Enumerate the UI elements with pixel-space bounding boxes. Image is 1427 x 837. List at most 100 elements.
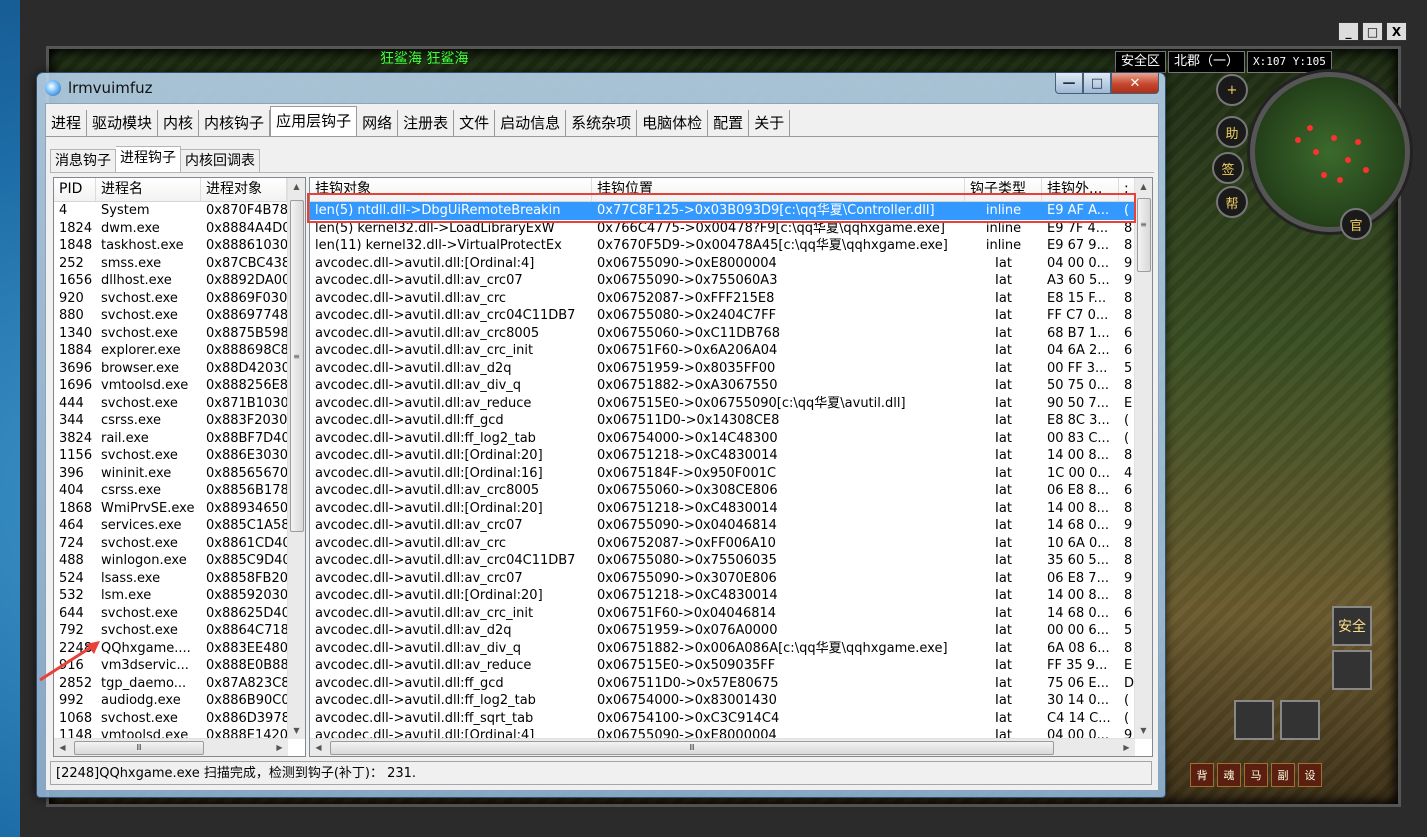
hook-row[interactable]: avcodec.dll->avutil.dll:av_crc_init 0x067… [310, 605, 1135, 623]
title-bar[interactable]: lrmvuimfuz — □ ✕ [37, 73, 1165, 103]
hook-row[interactable]: avcodec.dll->avutil.dll:av_div_q 0x067518… [310, 377, 1135, 395]
game-gift2-icon[interactable] [1280, 700, 1320, 740]
process-row[interactable]: 344 csrss.exe 0x883F2030 [54, 412, 287, 430]
scroll-left-arrow-icon[interactable]: ◀ [310, 739, 327, 756]
game-maximize-button[interactable]: □ [1362, 22, 1383, 41]
game-minimap[interactable] [1250, 72, 1410, 232]
process-row[interactable]: 724 svchost.exe 0x8861CD40 [54, 535, 287, 553]
minimize-button[interactable]: — [1055, 73, 1083, 94]
hook-row[interactable]: avcodec.dll->avutil.dll:[Ordinal:4] 0x067… [310, 255, 1135, 273]
tab-system-misc[interactable]: 系统杂项 [566, 110, 638, 136]
process-row[interactable]: 920 svchost.exe 0x8869F030 [54, 290, 287, 308]
process-row[interactable]: 252 smss.exe 0x87CBC438 [54, 255, 287, 273]
hook-row[interactable]: avcodec.dll->avutil.dll:av_crc07 0x067550… [310, 272, 1135, 290]
tab-registry[interactable]: 注册表 [398, 110, 455, 136]
process-row[interactable]: 404 csrss.exe 0x8856B178 [54, 482, 287, 500]
tab-driver-modules[interactable]: 驱动模块 [87, 110, 159, 136]
column-process-name[interactable]: 进程名 [96, 178, 201, 201]
hook-row[interactable]: avcodec.dll->avutil.dll:ff_log2_tab 0x067… [310, 692, 1135, 710]
hook-row[interactable]: avcodec.dll->avutil.dll:av_crc07 0x067550… [310, 517, 1135, 535]
tab-app-hooks[interactable]: 应用层钩子 [270, 106, 358, 137]
game-bottom-button-3[interactable]: 马 [1244, 763, 1268, 787]
game-bottom-button-5[interactable]: 设 [1298, 763, 1322, 787]
hook-row[interactable]: avcodec.dll->avutil.dll:av_crc8005 0x0675… [310, 482, 1135, 500]
hscroll-thumb[interactable]: Ⅲ [330, 741, 1054, 755]
subtab-kernel-callbacks[interactable]: 内核回调表 [181, 149, 260, 173]
game-close-button[interactable]: X [1386, 22, 1407, 41]
tab-checkup[interactable]: 电脑体检 [637, 110, 709, 136]
hook-row[interactable]: avcodec.dll->avutil.dll:ff_gcd 0x067511D0… [310, 412, 1135, 430]
process-row[interactable]: 1848 taskhost.exe 0x88861030 [54, 237, 287, 255]
hook-row[interactable]: avcodec.dll->avutil.dll:[Ordinal:20] 0x06… [310, 500, 1135, 518]
scroll-down-arrow-icon[interactable]: ▼ [288, 722, 305, 739]
scroll-thumb[interactable] [290, 200, 304, 532]
process-row[interactable]: 396 wininit.exe 0x88565670 [54, 465, 287, 483]
hook-row[interactable]: avcodec.dll->avutil.dll:[Ordinal:20] 0x06… [310, 447, 1135, 465]
hook-row[interactable]: avcodec.dll->avutil.dll:ff_log2_tab 0x067… [310, 430, 1135, 448]
hook-list-vscrollbar[interactable]: ▲ ≡ ▼ [1134, 178, 1152, 739]
game-minimize-button[interactable]: _ [1338, 22, 1359, 41]
column-process-object[interactable]: 进程对象 [201, 178, 287, 201]
minimap-help-button[interactable]: 助 [1216, 116, 1248, 148]
hook-row[interactable]: avcodec.dll->avutil.dll:av_d2q 0x06751959… [310, 622, 1135, 640]
hscroll-thumb[interactable]: Ⅲ [74, 741, 204, 755]
subtab-message-hooks[interactable]: 消息钩子 [50, 149, 116, 173]
process-row[interactable]: 880 svchost.exe 0x88697748 [54, 307, 287, 325]
process-row[interactable]: 444 svchost.exe 0x871B1030 [54, 395, 287, 413]
hook-row[interactable]: avcodec.dll->avutil.dll:av_div_q 0x067518… [310, 640, 1135, 658]
minimap-official-button[interactable]: 官 [1340, 208, 1372, 240]
process-row[interactable]: 1868 WmiPrvSE.exe 0x88934650 [54, 500, 287, 518]
scroll-thumb[interactable] [1137, 198, 1151, 272]
scroll-up-arrow-icon[interactable]: ▲ [288, 178, 305, 195]
minimap-guild-button[interactable]: 帮 [1216, 186, 1248, 218]
hook-list-hscrollbar[interactable]: ◀ Ⅲ ▶ [310, 738, 1135, 756]
hook-row[interactable]: len(11) kernel32.dll->VirtualProtectEx 0x… [310, 237, 1135, 255]
subtab-process-hooks[interactable]: 进程钩子 [116, 146, 181, 172]
hook-row[interactable]: avcodec.dll->avutil.dll:av_crc 0x06752087… [310, 290, 1135, 308]
process-row[interactable]: 1156 svchost.exe 0x886E3030 [54, 447, 287, 465]
hook-row[interactable]: avcodec.dll->avutil.dll:av_crc_init 0x067… [310, 342, 1135, 360]
process-row[interactable]: 1884 explorer.exe 0x888698C8 [54, 342, 287, 360]
hook-row[interactable]: avcodec.dll->avutil.dll:av_d2q 0x06751959… [310, 360, 1135, 378]
game-safety-button[interactable]: 安全 [1332, 606, 1372, 646]
hook-row[interactable]: avcodec.dll->avutil.dll:av_crc04C11DB7 0x… [310, 307, 1135, 325]
process-row[interactable]: 488 winlogon.exe 0x885C9D40 [54, 552, 287, 570]
minimap-signin-button[interactable]: 签 [1212, 152, 1244, 184]
game-bottom-button-4[interactable]: 副 [1271, 763, 1295, 787]
hook-row[interactable]: avcodec.dll->avutil.dll:[Ordinal:20] 0x06… [310, 587, 1135, 605]
scroll-up-arrow-icon[interactable]: ▲ [1135, 178, 1152, 195]
process-row[interactable]: 524 lsass.exe 0x8858FB20 [54, 570, 287, 588]
tab-files[interactable]: 文件 [454, 110, 496, 136]
tab-kernel-hooks[interactable]: 内核钩子 [199, 110, 271, 136]
process-row[interactable]: 3696 browser.exe 0x88D42030 [54, 360, 287, 378]
minimap-plus-button[interactable]: + [1216, 74, 1248, 106]
hook-row[interactable]: avcodec.dll->avutil.dll:av_crc07 0x067550… [310, 570, 1135, 588]
tab-network[interactable]: 网络 [357, 110, 399, 136]
scroll-left-arrow-icon[interactable]: ◀ [54, 739, 71, 756]
maximize-button[interactable]: □ [1083, 73, 1111, 94]
process-row[interactable]: 644 svchost.exe 0x88625D40 [54, 605, 287, 623]
process-row[interactable]: 1696 vmtoolsd.exe 0x888256E8 [54, 377, 287, 395]
hook-list[interactable]: 挂钩对象 挂钩位置 钩子类型 挂钩外... ; len(5) ntdll.dll… [309, 177, 1153, 757]
process-row[interactable]: 1068 svchost.exe 0x886D3978 [54, 710, 287, 728]
game-bottom-button-1[interactable]: 背 [1190, 763, 1214, 787]
hook-row[interactable]: avcodec.dll->avutil.dll:av_crc 0x06752087… [310, 535, 1135, 553]
process-row[interactable]: 792 svchost.exe 0x8864C718 [54, 622, 287, 640]
tab-config[interactable]: 配置 [708, 110, 750, 136]
column-pid[interactable]: PID [54, 178, 96, 201]
hook-row[interactable]: avcodec.dll->avutil.dll:ff_sqrt_tab 0x067… [310, 710, 1135, 728]
process-row[interactable]: 1340 svchost.exe 0x8875B598 [54, 325, 287, 343]
process-row[interactable]: 3824 rail.exe 0x88BF7D40 [54, 430, 287, 448]
hook-row[interactable]: avcodec.dll->avutil.dll:av_crc8005 0x0675… [310, 325, 1135, 343]
game-mask-icon[interactable] [1332, 650, 1372, 690]
tab-kernel[interactable]: 内核 [158, 110, 200, 136]
scroll-right-arrow-icon[interactable]: ▶ [1118, 739, 1135, 756]
process-list-hscrollbar[interactable]: ◀ Ⅲ ▶ [54, 738, 288, 756]
scroll-right-arrow-icon[interactable]: ▶ [271, 739, 288, 756]
process-row[interactable]: 1656 dllhost.exe 0x8892DA00 [54, 272, 287, 290]
hook-row[interactable]: avcodec.dll->avutil.dll:av_reduce 0x06751… [310, 395, 1135, 413]
process-row[interactable]: 4 System 0x870F4B78 [54, 202, 287, 220]
process-row[interactable]: 992 audiodg.exe 0x886B90C0 [54, 692, 287, 710]
tab-about[interactable]: 关于 [749, 110, 791, 136]
game-bottom-button-2[interactable]: 魂 [1217, 763, 1241, 787]
